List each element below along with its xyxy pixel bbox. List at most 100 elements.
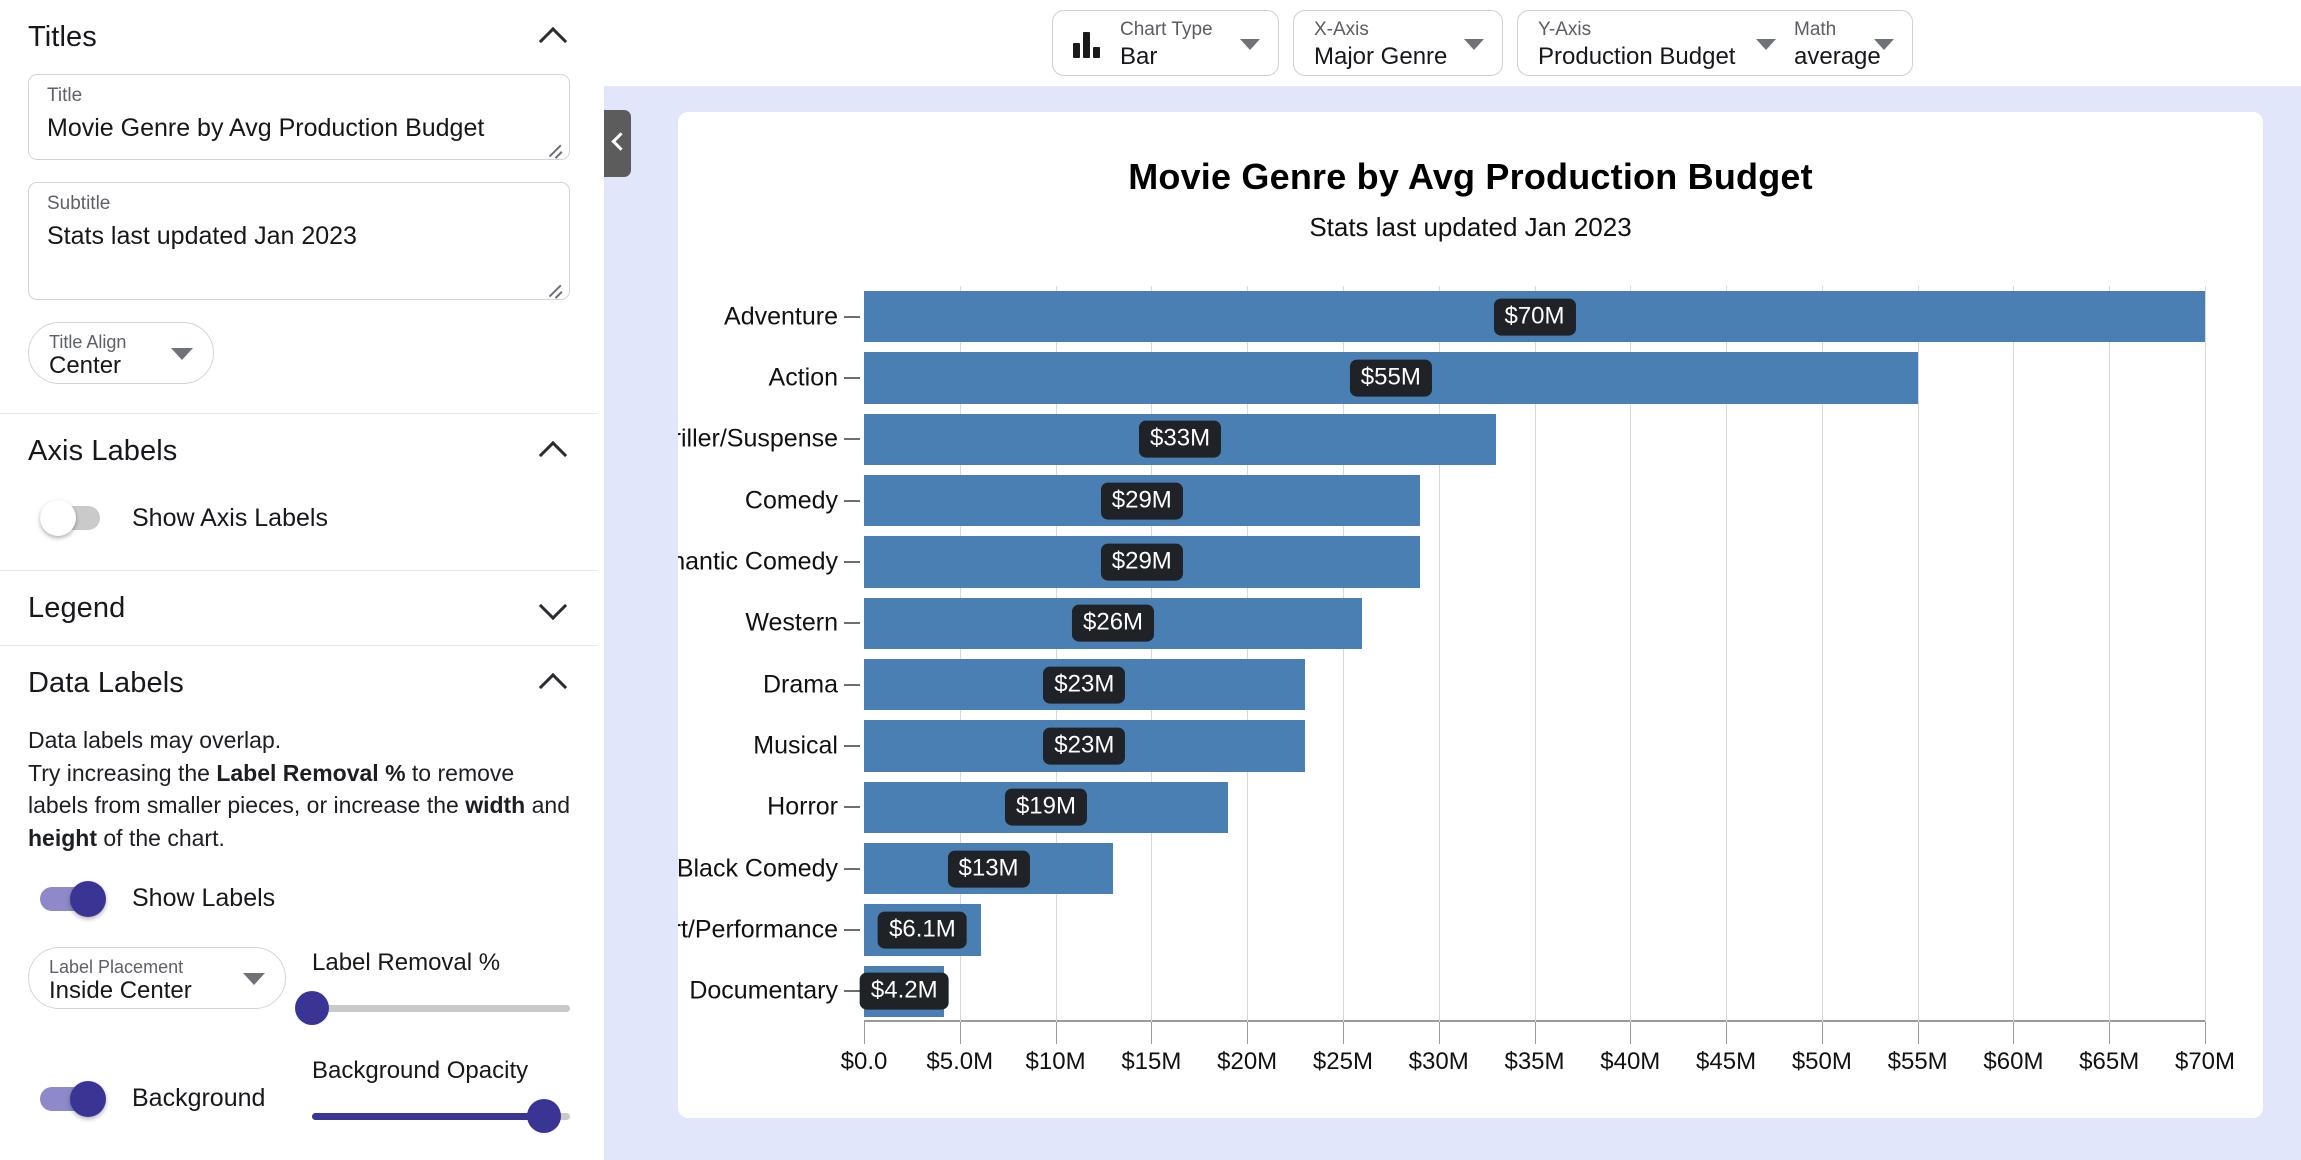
x-tick-line [959,1022,961,1044]
category-tickmark [844,560,860,563]
category-label: Black Comedy [678,854,838,883]
subtitle-textarea[interactable]: Subtitle Stats last updated Jan 2023 [28,182,570,300]
chart-type-dropdown[interactable]: Chart Type Bar [1052,10,1279,76]
bar-row[interactable]: Romantic Comedy $29M [678,536,2205,588]
category-tickmark [844,622,860,625]
section-header-titles[interactable]: Titles [28,0,570,74]
bar-row[interactable]: Horror $19M [767,781,2205,834]
x-tick-label: $5.0M [926,1048,994,1075]
chevron-up-icon-titles[interactable] [536,20,570,54]
show-axis-labels-label: Show Axis Labels [132,503,328,532]
data-label: $29M [1100,543,1183,581]
y-axis-value: Production Budget [1538,43,1736,70]
slider-track [312,1004,570,1012]
slider-thumb[interactable] [527,1098,562,1133]
section-header-legend[interactable]: Legend [28,571,570,645]
helper-line-2: Try increasing the Label Removal % to re… [28,757,570,855]
data-label: $33M [1139,420,1222,458]
chevron-down-icon[interactable] [1874,39,1894,50]
x-axis-dropdown[interactable]: X-Axis Major Genre [1293,10,1503,76]
bar-row[interactable]: Thriller/Suspense $33M [678,413,2205,466]
category-label: Documentary [689,976,838,1005]
chevron-up-icon-data-labels[interactable] [536,666,570,700]
x-tick-line [1342,1022,1344,1044]
math-label: Math [1794,19,1837,40]
bar-row[interactable]: Musical $23M [753,720,2205,772]
chevron-down-icon[interactable] [243,972,265,985]
resize-grip-icon[interactable] [545,137,563,155]
bar-row[interactable]: Black Comedy $13M [678,842,2205,895]
sidebar-collapse-handle[interactable] [604,110,631,177]
label-placement-value: Inside Center [49,976,192,1004]
x-tick-line [1534,1022,1536,1044]
x-tick-label: $10M [1025,1048,1086,1075]
chart-type-item[interactable]: Chart Type Bar [1114,10,1264,76]
show-axis-labels-toggle[interactable] [40,500,110,536]
category-label: Western [745,608,838,637]
category-tickmark [844,683,860,686]
category-label: Comedy [744,486,838,515]
background-opacity-block: Background Opacity [312,1055,570,1133]
chevron-down-icon-legend[interactable] [536,591,570,625]
x-tick-label: $20M [1217,1048,1278,1075]
subtitle-field-label: Subtitle [47,193,111,214]
x-tick-label: $40M [1600,1048,1661,1075]
chevron-down-icon[interactable] [1756,39,1776,50]
x-tick-line [864,1022,865,1044]
math-item[interactable]: Math average [1780,10,1898,76]
bar-row[interactable]: Western $26M [745,597,2205,650]
section-header-data-labels[interactable]: Data Labels [28,646,570,720]
background-toggle-wrap: Background [28,1055,286,1117]
slider-thumb[interactable] [295,990,329,1025]
bar-chart-icon [1073,28,1100,58]
y-axis-math-dropdown-group[interactable]: Y-Axis Production Budget Math average [1517,10,1913,76]
chart-subtitle: Stats last updated Jan 2023 [1309,212,1632,242]
background-opacity-slider[interactable] [312,1098,570,1133]
helper-line-1: Data labels may overlap. [28,727,282,753]
section-data-labels: Data Labels Data labels may overlap. Try… [0,646,598,1133]
label-placement-select[interactable]: Label Placement Inside Center [28,946,286,1009]
title-align-value: Center [49,352,122,379]
bar-row[interactable]: Adventure $70M [724,290,2205,343]
chart-card[interactable]: Movie Genre by Avg Production Budget Sta… [678,112,2263,1118]
chart-canvas-area: Movie Genre by Avg Production Budget Sta… [604,86,2301,1160]
data-label: $23M [1043,727,1126,765]
label-removal-slider[interactable] [295,990,570,1025]
category-label: Horror [767,792,838,821]
bar-row[interactable]: Documentary $4.2M [689,965,2205,1018]
helper-frag-height: height [28,824,97,851]
data-label: $13M [947,850,1030,888]
y-axis-item[interactable]: Y-Axis Production Budget [1532,10,1780,76]
background-toggle[interactable] [40,1080,110,1117]
bar-row[interactable]: Action $55M [769,352,2205,404]
bar-row[interactable]: Concert/Performance $6.1M [678,904,2205,956]
category-tickmark [844,928,860,931]
x-axis-item[interactable]: X-Axis Major Genre [1308,10,1488,76]
x-tick-label: $60M [1983,1048,2044,1075]
show-labels-toggle[interactable] [40,880,110,917]
data-label: $23M [1043,666,1126,704]
plot-wrapper: $0.0 $5.0M $10M $15M $20M $25M $30M $35M $40M $45… [678,260,2263,1118]
toggle-knob [40,500,76,536]
settings-sidebar: Titles Title Movie Genre by Avg Producti… [0,0,604,1160]
chart-title: Movie Genre by Avg Production Budget [1128,156,1813,197]
x-tick-line [1917,1022,1919,1044]
chart-main-area: Chart Type Bar X-Axis Major Genre Y-Axis… [604,0,2301,1160]
section-title-label: Titles [28,20,97,53]
chevron-left-icon [611,132,630,151]
chevron-down-icon[interactable] [171,348,193,360]
chevron-down-icon[interactable] [1240,39,1260,50]
title-textarea[interactable]: Title Movie Genre by Avg Production Budg… [28,74,570,160]
resize-grip-icon[interactable] [545,277,563,295]
title-align-select[interactable]: Title Align Center [28,322,214,384]
bar-row[interactable]: Drama $23M [763,658,2205,711]
data-label: $19M [1004,788,1088,826]
bar-row[interactable]: Comedy $29M [745,474,2205,527]
x-tick-label: $55M [1887,1048,1948,1075]
section-header-axis-labels[interactable]: Axis Labels [28,414,570,488]
sidebar-scroll-area[interactable]: Titles Title Movie Genre by Avg Producti… [0,0,598,1160]
chevron-down-icon[interactable] [1464,39,1484,50]
x-tick-label: $65M [2079,1048,2140,1075]
chart-type-label: Chart Type [1120,19,1213,40]
chevron-up-icon-axis-labels[interactable] [536,434,570,468]
